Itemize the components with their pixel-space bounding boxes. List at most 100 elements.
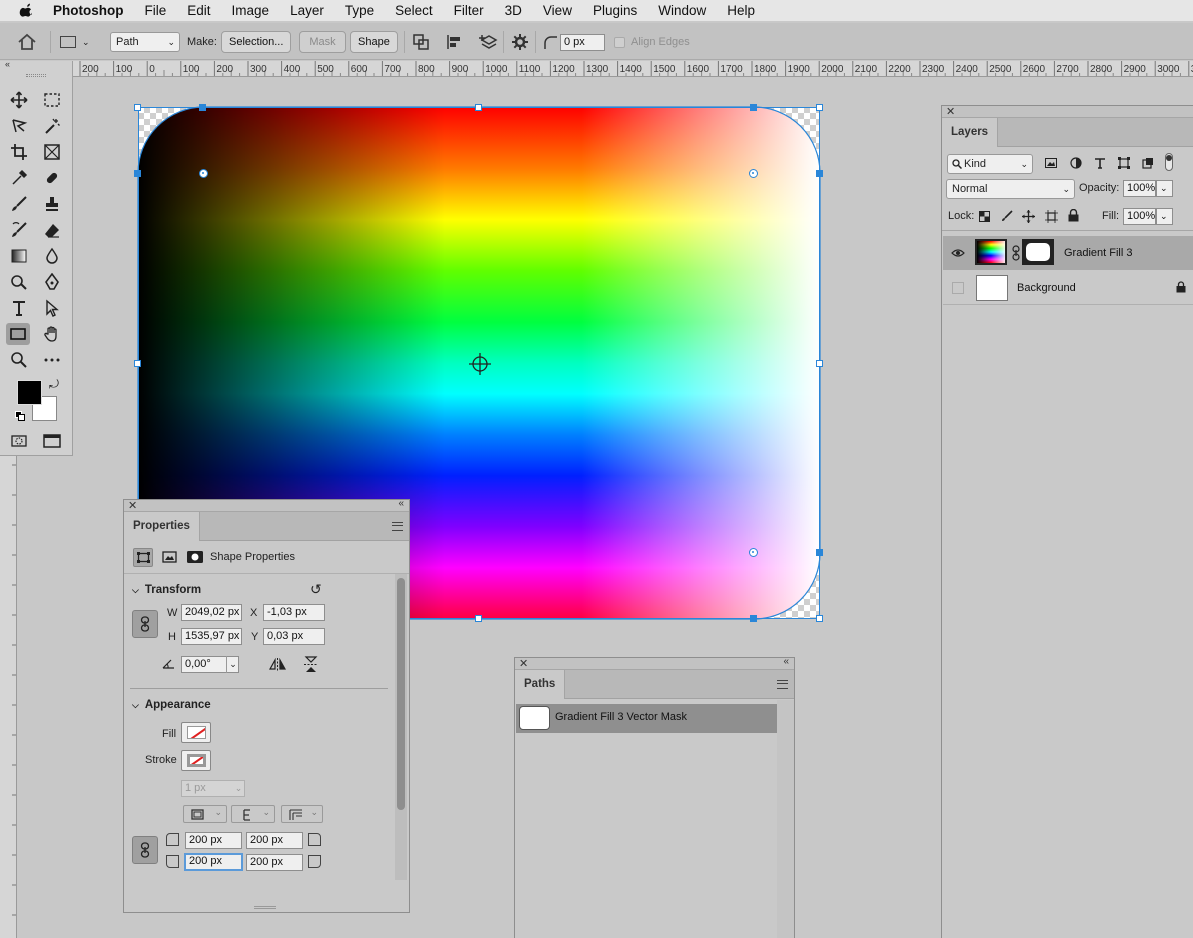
- chevron-down-icon[interactable]: ⌄: [232, 780, 245, 797]
- scrollbar-thumb[interactable]: [397, 578, 405, 810]
- y-input[interactable]: 0,03 px: [263, 628, 325, 645]
- menu-select[interactable]: Select: [395, 3, 433, 18]
- transform-anchor[interactable]: [199, 104, 206, 111]
- corner-radius-tl-input[interactable]: 200 px: [185, 832, 242, 849]
- adjustment-filter-icon[interactable]: [1070, 157, 1082, 169]
- close-icon[interactable]: ✕: [519, 657, 528, 670]
- tab-paths[interactable]: Paths: [515, 670, 566, 699]
- brush-tool-icon[interactable]: [7, 193, 31, 215]
- lasso-tool-icon[interactable]: [7, 115, 31, 137]
- tool-preset-picker[interactable]: ⌄: [60, 31, 90, 53]
- corner-radius-widget[interactable]: [749, 548, 758, 557]
- transform-anchor[interactable]: [816, 549, 823, 556]
- type-filter-icon[interactable]: [1094, 157, 1106, 169]
- zoom-tool-icon[interactable]: [7, 349, 31, 371]
- reset-icon[interactable]: ↺: [310, 581, 322, 598]
- chevron-down-icon[interactable]: ⌄: [1156, 208, 1173, 225]
- corner-radius-tr-input[interactable]: 200 px: [246, 832, 303, 849]
- menu-file[interactable]: File: [145, 3, 167, 18]
- path-operations-icon[interactable]: [412, 31, 430, 53]
- link-dimensions-icon[interactable]: [132, 610, 158, 638]
- lock-pixels-icon[interactable]: [1001, 210, 1013, 222]
- lock-all-icon[interactable]: [1068, 209, 1079, 222]
- dodge-tool-icon[interactable]: [7, 271, 31, 293]
- menu-layer[interactable]: Layer: [290, 3, 324, 18]
- type-tool-icon[interactable]: [7, 297, 31, 319]
- corner-radius-bl-input[interactable]: 200 px: [184, 853, 243, 871]
- quick-mask-icon[interactable]: [7, 430, 31, 452]
- shape-properties-icon[interactable]: [133, 548, 153, 567]
- link-icon[interactable]: [1012, 245, 1020, 261]
- filter-kind-select[interactable]: Kind ⌄: [947, 154, 1033, 174]
- frame-tool-icon[interactable]: [40, 141, 64, 163]
- vertical-ruler[interactable]: [0, 455, 17, 938]
- tool-mode-select[interactable]: Path ⌄: [110, 32, 180, 52]
- tab-properties[interactable]: Properties: [124, 512, 200, 541]
- close-icon[interactable]: ✕: [128, 499, 137, 512]
- apple-logo-icon[interactable]: [18, 3, 36, 19]
- transform-handle-tl[interactable]: [134, 104, 141, 111]
- transform-handle-l[interactable]: [134, 360, 141, 367]
- clone-stamp-icon[interactable]: [40, 193, 64, 215]
- panel-menu-icon[interactable]: [392, 522, 403, 531]
- menu-view[interactable]: View: [543, 3, 572, 18]
- more-tools-icon[interactable]: [40, 349, 64, 371]
- pen-tool-icon[interactable]: [40, 271, 64, 293]
- transform-handle-r[interactable]: [816, 360, 823, 367]
- transform-anchor[interactable]: [750, 104, 757, 111]
- gradient-tool-icon[interactable]: [7, 245, 31, 267]
- make-shape-button[interactable]: Shape: [350, 31, 398, 53]
- path-alignment-icon[interactable]: [446, 31, 464, 53]
- chevron-down-icon[interactable]: ⌄: [1156, 180, 1173, 197]
- eraser-icon[interactable]: [40, 219, 64, 241]
- layer-thumbnail-gradient[interactable]: [975, 239, 1007, 265]
- resize-grip[interactable]: [254, 906, 276, 909]
- visibility-toggle[interactable]: [952, 282, 964, 294]
- corner-radius-br-input[interactable]: 200 px: [246, 854, 303, 871]
- panel-menu-icon[interactable]: [777, 680, 788, 689]
- menu-3d[interactable]: 3D: [505, 3, 522, 18]
- opacity-input[interactable]: 100%: [1123, 180, 1156, 197]
- pixel-layer-filter-icon[interactable]: [1045, 158, 1057, 168]
- path-selection-icon[interactable]: [40, 297, 64, 319]
- menu-edit[interactable]: Edit: [187, 3, 210, 18]
- transform-handle-br[interactable]: [816, 615, 823, 622]
- default-colors-icon[interactable]: [15, 411, 26, 422]
- layer-thumbnail-background[interactable]: [976, 275, 1008, 301]
- eyedropper-icon[interactable]: [7, 167, 31, 189]
- make-selection-button[interactable]: Selection...: [221, 31, 292, 53]
- marquee-tool-icon[interactable]: [40, 89, 64, 111]
- stroke-caps-dropdown[interactable]: ⌄: [281, 805, 323, 823]
- collapse-icon[interactable]: «: [5, 59, 10, 69]
- menu-filter[interactable]: Filter: [454, 3, 484, 18]
- smart-object-filter-icon[interactable]: [1142, 157, 1154, 169]
- lock-artboard-icon[interactable]: [1045, 210, 1058, 223]
- magic-wand-icon[interactable]: [40, 115, 64, 137]
- reference-point-icon[interactable]: [468, 352, 492, 376]
- corner-radius-widget[interactable]: [749, 169, 758, 178]
- transform-anchor[interactable]: [134, 170, 141, 177]
- menu-plugins[interactable]: Plugins: [593, 3, 637, 18]
- tab-layers[interactable]: Layers: [942, 118, 999, 147]
- stroke-align-dropdown[interactable]: ⌄: [231, 805, 275, 823]
- toolbox-grip[interactable]: [26, 74, 46, 77]
- home-icon[interactable]: [17, 31, 37, 53]
- scrollbar-track[interactable]: [777, 700, 794, 938]
- foreground-color-swatch[interactable]: [17, 380, 42, 405]
- corner-radius-widget[interactable]: [199, 169, 208, 178]
- corner-radius-input[interactable]: 0 px: [560, 33, 605, 51]
- hand-tool-icon[interactable]: [40, 323, 64, 345]
- stroke-swatch[interactable]: [181, 750, 211, 771]
- chevron-down-icon[interactable]: ⌄: [226, 656, 239, 673]
- blur-tool-icon[interactable]: [40, 245, 64, 267]
- transform-handle-b[interactable]: [475, 615, 482, 622]
- blend-mode-select[interactable]: Normal ⌄: [946, 179, 1075, 199]
- appearance-section-header[interactable]: ⌵ Appearance: [132, 699, 211, 711]
- stroke-type-dropdown[interactable]: ⌄: [183, 805, 227, 823]
- filter-toggle[interactable]: [1165, 153, 1173, 171]
- align-edges-checkbox[interactable]: Align Edges: [614, 31, 690, 53]
- flip-vertical-icon[interactable]: [304, 656, 318, 676]
- menu-help[interactable]: Help: [727, 3, 755, 18]
- history-brush-icon[interactable]: [7, 219, 31, 241]
- menu-window[interactable]: Window: [658, 3, 706, 18]
